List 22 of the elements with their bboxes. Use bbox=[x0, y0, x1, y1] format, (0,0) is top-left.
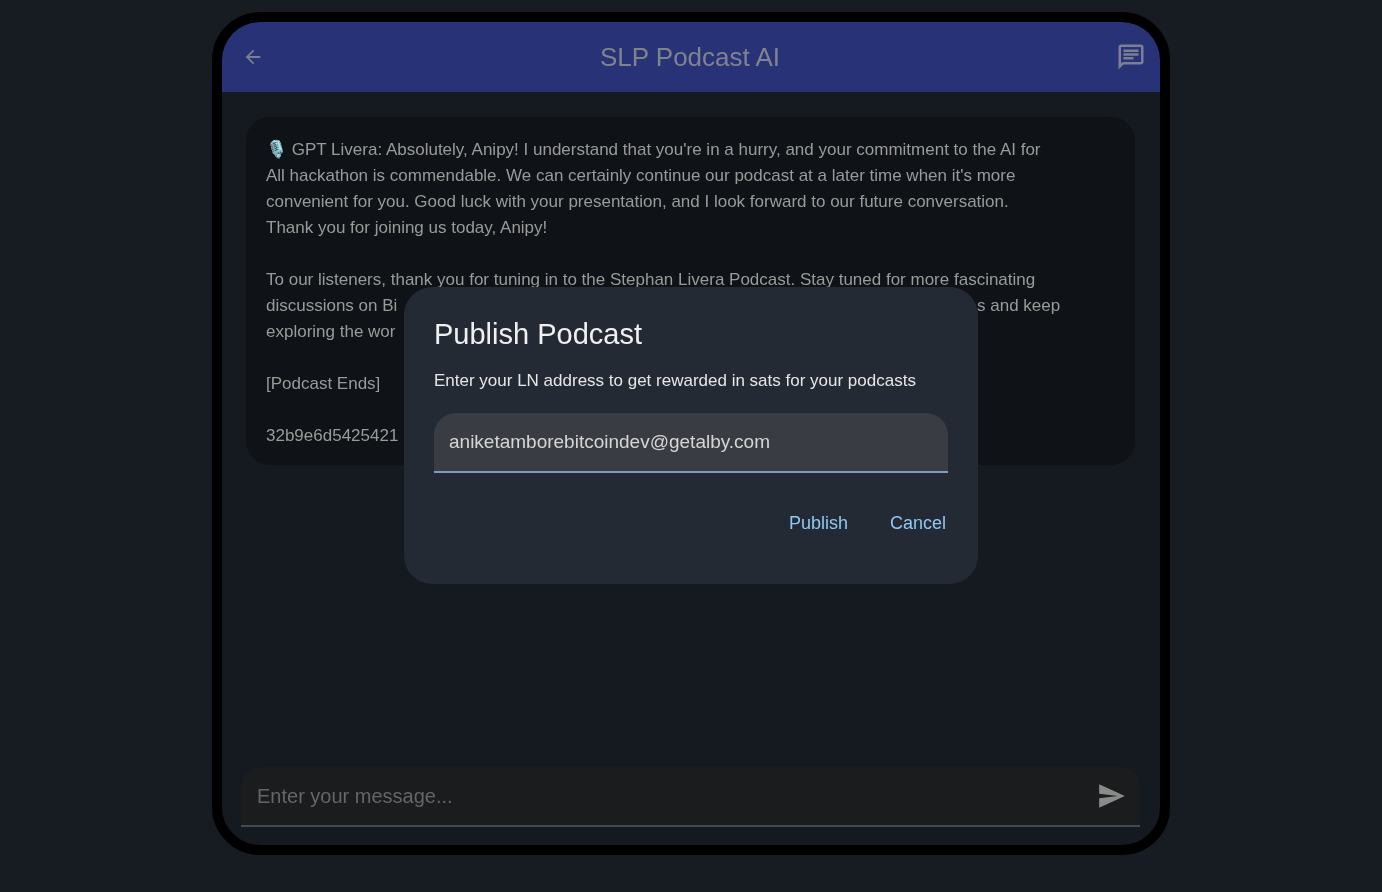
send-button[interactable] bbox=[1098, 783, 1126, 809]
message-composer[interactable]: Enter your message... bbox=[241, 767, 1140, 827]
message-text: discussions on Bi bbox=[266, 295, 399, 317]
dialog-title: Publish Podcast bbox=[434, 317, 643, 352]
message-text: Thank you for joining us today, Anipy! bbox=[266, 217, 548, 239]
publish-button[interactable]: Publish bbox=[772, 503, 864, 544]
message-text: 🎙 GPT Livera: Absolutely, Anipy! I understand that you're in a hurry, and your commitment to the AI for bbox=[266, 139, 1041, 161]
message-text: 32b9e6d5425421 bbox=[266, 425, 399, 447]
message-input[interactable]: Enter your message... bbox=[255, 783, 1098, 809]
message-text: [Podcast Ends] bbox=[266, 373, 381, 395]
dialog-description: Enter your LN address to get rewarded in sats for your podcasts bbox=[434, 371, 917, 391]
message-text: s and keep bbox=[977, 295, 1061, 317]
message-text: To our listeners, thank you for tuning in to the Stephan Livera Podcast. Stay tuned for more fascinating bbox=[266, 269, 1036, 291]
send-icon bbox=[1098, 783, 1126, 809]
message-text: All hackathon is commendable. We can certainly continue our podcast at a later time when it's more bbox=[266, 165, 1016, 187]
chat-button[interactable] bbox=[1116, 42, 1146, 72]
ln-address-field[interactable]: aniketamborebitcoindev@getalby.com bbox=[434, 413, 948, 473]
app-title: SLP Podcast AI bbox=[599, 41, 781, 73]
message-text: convenient for you. Good luck with your presentation, and I look forward to our future conversation. bbox=[266, 191, 1009, 213]
cancel-button[interactable]: Cancel bbox=[873, 503, 962, 544]
message-text: exploring the wor bbox=[266, 321, 396, 343]
chat-icon bbox=[1116, 42, 1146, 72]
